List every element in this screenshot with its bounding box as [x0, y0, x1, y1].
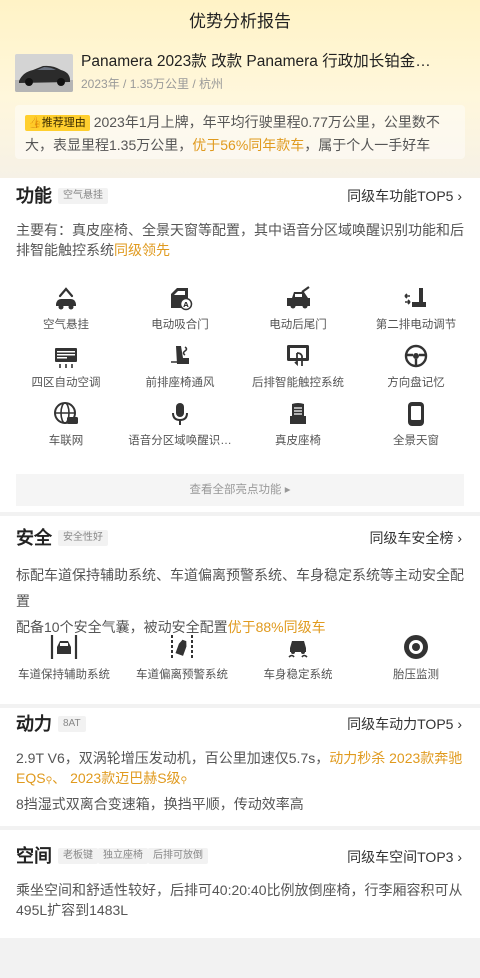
- feature-panoramic-sunroof[interactable]: 全景天窗: [356, 400, 476, 449]
- power-tailgate-icon: [287, 286, 310, 309]
- space-top3-link[interactable]: 同级车空间TOP3 ›: [347, 847, 462, 867]
- car-summary[interactable]: Panamera 2023款 改款 Panamera 行政加长铂金… 2023年…: [15, 52, 465, 94]
- feature-rear-touch-control[interactable]: 后排智能触控系统: [238, 342, 358, 391]
- power-tag: 8AT: [58, 716, 86, 732]
- lane-keep-icon: [50, 635, 78, 659]
- safety-tag: 安全性好: [58, 530, 108, 546]
- connected-car-icon: [54, 402, 78, 424]
- power-desc: 2.9T V6，双涡轮增压发动机，百公里加速仅5.7s，动力秒杀 2023款奔驰…: [16, 750, 463, 786]
- feature-leather-seat[interactable]: 真皮座椅: [238, 400, 358, 449]
- page-title: 优势分析报告: [189, 12, 291, 31]
- car-thumbnail: [15, 54, 73, 92]
- function-top5-link[interactable]: 同级车功能TOP5 ›: [347, 186, 462, 206]
- power-top5-link[interactable]: 同级车动力TOP5 ›: [347, 714, 462, 734]
- function-card: 功能 空气悬挂 同级车功能TOP5 › 主要有：真皮座椅、全景天窗等配置，其中语…: [0, 178, 480, 512]
- feature-connected-car[interactable]: 车联网: [6, 400, 126, 449]
- second-row-seat-icon: [404, 288, 426, 307]
- soft-close-door-icon: A: [171, 288, 193, 311]
- compare-car-link[interactable]: 2023款迈巴赫S级: [70, 770, 180, 786]
- feature-stability-control[interactable]: 车身稳定系统: [238, 632, 358, 683]
- view-all-features-button[interactable]: 查看全部亮点功能 ▸: [16, 474, 464, 506]
- air-suspension-icon: [56, 287, 76, 310]
- space-tag: 老板键: [58, 848, 98, 864]
- feature-air-suspension[interactable]: 空气悬挂: [6, 284, 126, 333]
- recommend-badge: 👍推荐理由: [25, 115, 90, 131]
- microphone-icon: [172, 403, 188, 425]
- safety-title: 安全: [16, 528, 52, 548]
- power-desc-2: 8挡湿式双离合变速箱，换挡平顺，传动效率高: [16, 796, 304, 812]
- feature-lane-keep[interactable]: 车道保持辅助系统: [4, 632, 124, 683]
- safety-card: 安全 安全性好 同级车安全榜 › 标配车道保持辅助系统、车道偏离预警系统、车身稳…: [0, 516, 480, 704]
- panoramic-sunroof-icon: [408, 402, 424, 426]
- power-card: 动力 8AT 同级车动力TOP5 › 2.9T V6，双涡轮增压发动机，百公里加…: [0, 708, 480, 826]
- thumbs-up-icon: 👍: [28, 117, 42, 129]
- feature-voice-wakeup[interactable]: 语音分区域唤醒识…: [120, 400, 240, 449]
- svg-text:A: A: [183, 301, 189, 309]
- rear-touch-control-icon: [287, 345, 309, 367]
- feature-second-row-seat[interactable]: 第二排电动调节: [356, 284, 476, 333]
- leather-seat-icon: [290, 403, 306, 424]
- climate-control-icon: [55, 348, 77, 368]
- space-card: 空间 老板键 独立座椅 后排可放倒 同级车空间TOP3 › 乘坐空间和舒适性较好…: [0, 830, 480, 938]
- safety-desc: 标配车道保持辅助系统、车道偏离预警系统、车身稳定系统等主动安全配置 配备10个安…: [16, 567, 464, 635]
- feature-tire-pressure[interactable]: 胎压监测: [356, 632, 476, 683]
- space-tag: 后排可放倒: [148, 848, 208, 864]
- reason-highlight: 优于56%同年款车: [192, 137, 305, 153]
- power-title: 动力: [16, 714, 52, 734]
- feature-steering-memory[interactable]: 方向盘记忆: [356, 342, 476, 391]
- feature-lane-departure[interactable]: 车道偏离预警系统: [122, 632, 242, 683]
- space-desc: 乘坐空间和舒适性较好，后排可40:20:40比例放倒座椅，行李厢容积可从495L…: [16, 882, 463, 918]
- car-meta: 2023年 / 1.35万公里 / 杭州: [81, 77, 224, 91]
- function-highlight: 同级领先: [114, 242, 170, 258]
- feature-power-tailgate[interactable]: 电动后尾门: [238, 284, 358, 333]
- function-tag: 空气悬挂: [58, 188, 108, 204]
- tire-pressure-icon: [404, 635, 428, 659]
- function-title: 功能: [16, 186, 52, 206]
- steering-wheel-icon: [404, 344, 428, 368]
- seat-ventilation-icon: [171, 346, 189, 364]
- feature-seat-ventilation[interactable]: 前排座椅通风: [120, 342, 240, 391]
- space-tag: 独立座椅: [98, 848, 148, 864]
- recommend-reason: 👍推荐理由 2023年1月上牌，年平均行驶里程0.77万公里，公里数不大，表显里程…: [15, 105, 465, 159]
- stability-control-icon: [288, 641, 308, 658]
- feature-soft-close-door[interactable]: A 电动吸合门: [120, 284, 240, 333]
- report-header: 优势分析报告 Panamera 2023款 改款 Panamera 行政加长铂金…: [0, 0, 480, 178]
- space-title: 空间: [16, 846, 52, 866]
- function-desc: 主要有：真皮座椅、全景天窗等配置，其中语音分区域唤醒识别功能和后排智能触控系统同…: [16, 222, 464, 258]
- lane-departure-icon: [171, 635, 193, 659]
- safety-rank-link[interactable]: 同级车安全榜 ›: [369, 528, 462, 548]
- car-name: Panamera 2023款 改款 Panamera 行政加长铂金…: [81, 53, 431, 70]
- search-icon: ⚲: [180, 775, 188, 785]
- reason-text-end: ，属于个人一手好车: [304, 137, 431, 153]
- feature-climate-control[interactable]: 四区自动空调: [6, 342, 126, 391]
